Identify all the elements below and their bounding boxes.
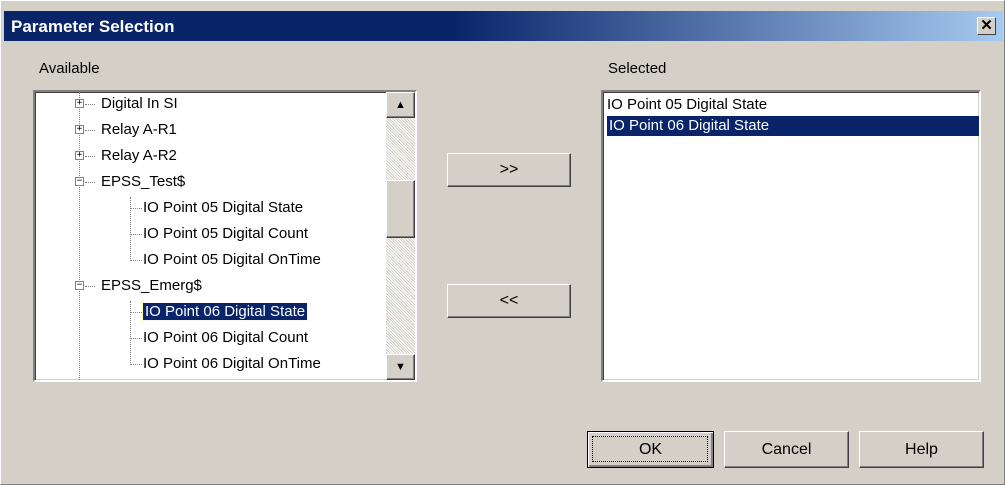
tree-connector <box>130 338 142 339</box>
tree-connector <box>85 130 95 131</box>
ok-button[interactable]: OK <box>587 431 714 468</box>
title-bar[interactable]: Parameter Selection ✕ <box>4 11 1003 41</box>
close-icon: ✕ <box>980 17 993 34</box>
focus-rectangle <box>592 436 708 462</box>
tree-branch-line <box>130 197 131 259</box>
selected-label: Selected <box>608 60 667 77</box>
tree-branch-line <box>130 301 131 363</box>
collapse-icon[interactable]: − <box>75 177 84 186</box>
scroll-thumb[interactable] <box>386 180 415 238</box>
tree-item-relay-a-r1[interactable]: Relay A-R1 <box>101 117 177 143</box>
available-tree[interactable]: + Digital In SI + Relay A-R1 + Relay A-R… <box>33 90 417 382</box>
tree-connector <box>130 364 142 365</box>
scroll-down-button[interactable]: ▼ <box>386 354 415 380</box>
arrow-up-icon: ▲ <box>395 99 406 111</box>
tree-item-relay-a-r2[interactable]: Relay A-R2 <box>101 143 177 169</box>
tree-connector <box>85 286 95 287</box>
tree-item-io-point-06-ontime[interactable]: IO Point 06 Digital OnTime <box>143 351 321 377</box>
expand-icon[interactable]: + <box>75 99 84 108</box>
expand-icon[interactable]: + <box>75 125 84 134</box>
tree-item-io-point-05-count[interactable]: IO Point 05 Digital Count <box>143 221 308 247</box>
tree-item-epss-emerg[interactable]: EPSS_Emerg$ <box>101 273 202 299</box>
collapse-icon[interactable]: − <box>75 281 84 290</box>
tree-connector <box>85 182 95 183</box>
help-button[interactable]: Help <box>859 431 984 468</box>
tree-item-io-point-06-state[interactable]: IO Point 06 Digital State <box>141 299 309 325</box>
scroll-up-button[interactable]: ▲ <box>386 92 415 118</box>
dialog-title: Parameter Selection <box>11 17 175 36</box>
parameter-selection-dialog: Parameter Selection ✕ Available Selected… <box>0 0 1005 485</box>
list-item[interactable]: IO Point 05 Digital State <box>607 95 767 115</box>
tree-connector <box>85 104 95 105</box>
tree-connector <box>130 234 142 235</box>
tree-scrollbar[interactable]: ▲ ▼ <box>386 92 415 380</box>
cancel-button[interactable]: Cancel <box>724 431 849 468</box>
selected-listbox[interactable]: IO Point 05 Digital State IO Point 06 Di… <box>601 90 981 382</box>
tree-connector <box>85 156 95 157</box>
remove-button[interactable]: << <box>447 284 571 318</box>
tree-item-io-point-06-count[interactable]: IO Point 06 Digital Count <box>143 325 308 351</box>
available-label: Available <box>39 60 100 77</box>
tree-item-epss-test[interactable]: EPSS_Test$ <box>101 169 185 195</box>
tree-connector <box>130 260 142 261</box>
add-button[interactable]: >> <box>447 153 571 187</box>
tree-item-digital-in-si[interactable]: Digital In SI <box>101 92 178 117</box>
tree-connector <box>130 312 142 313</box>
expand-icon[interactable]: + <box>75 151 84 160</box>
arrow-down-icon: ▼ <box>395 361 406 373</box>
tree-connector <box>130 208 142 209</box>
tree-item-io-point-05-state[interactable]: IO Point 05 Digital State <box>143 195 303 221</box>
list-item-selected[interactable]: IO Point 06 Digital State <box>607 116 979 136</box>
tree-root-line <box>79 92 80 380</box>
tree-item-io-point-05-ontime[interactable]: IO Point 05 Digital OnTime <box>143 247 321 273</box>
selected-highlight: IO Point 06 Digital State <box>141 302 309 321</box>
close-button[interactable]: ✕ <box>977 17 996 35</box>
